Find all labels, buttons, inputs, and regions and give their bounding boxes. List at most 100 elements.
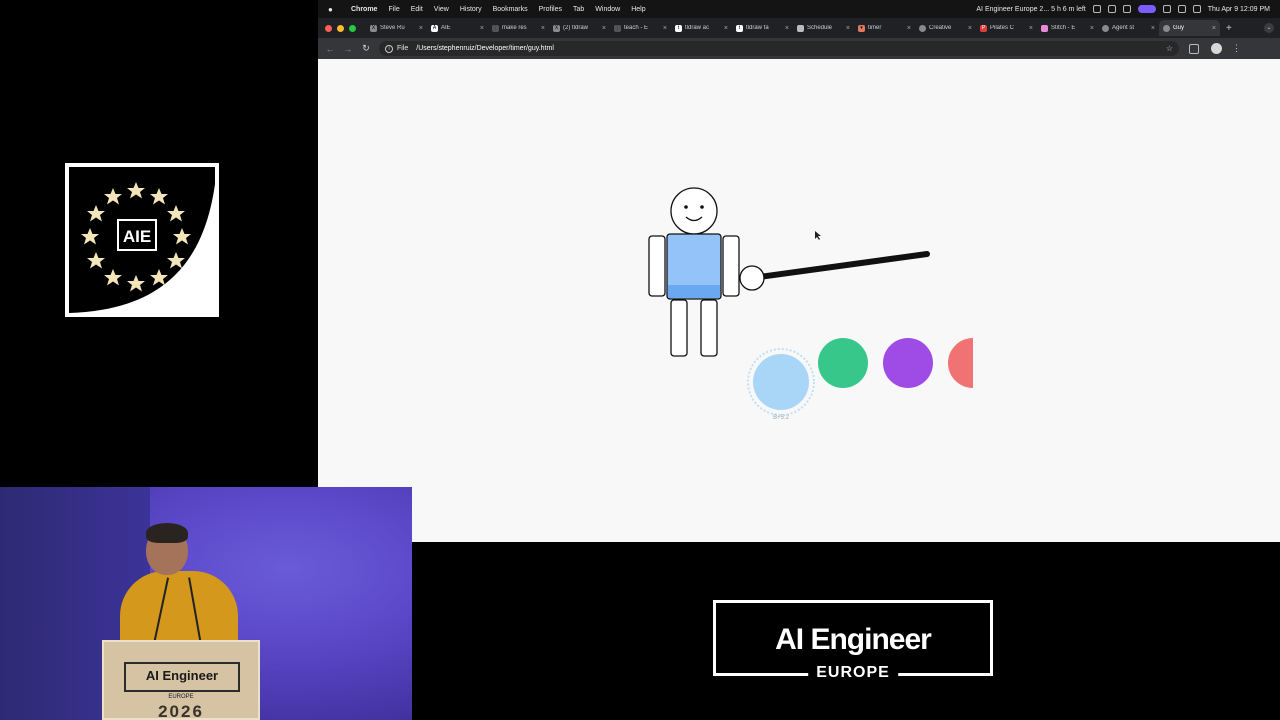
close-tab-icon[interactable]: × [1090, 25, 1094, 32]
tab-tldraw-ac[interactable]: t tldraw ac × [671, 20, 732, 36]
tab-pilates[interactable]: P Pilates C × [976, 20, 1037, 36]
menubar-clock[interactable]: Thu Apr 9 12:09 PM [1208, 6, 1270, 13]
globe-icon [919, 24, 926, 32]
status-app-icon[interactable] [1092, 5, 1101, 13]
info-icon[interactable]: i [385, 44, 393, 53]
close-window-icon[interactable] [325, 24, 332, 32]
close-tab-icon[interactable]: × [541, 25, 545, 32]
menu-window[interactable]: Window [595, 6, 620, 13]
tab-tldraw-x[interactable]: X (2) tldraw × [549, 20, 610, 36]
brand-name: AI Engineer [775, 623, 932, 656]
extensions-icon[interactable] [1189, 43, 1199, 54]
stick-figure[interactable] [648, 187, 740, 357]
tldraw-icon: t [675, 24, 682, 32]
url-scheme-chip[interactable]: File [397, 45, 408, 52]
stitch-icon [1041, 24, 1048, 32]
close-tab-icon[interactable]: × [1151, 25, 1155, 32]
globe-icon [1163, 24, 1170, 32]
address-bar[interactable]: i File /Users/stephenruiz/Developer/time… [379, 41, 1179, 56]
status-recording-icon[interactable] [1137, 5, 1156, 13]
tab-guy[interactable]: Guy × [1159, 20, 1220, 36]
red-ball[interactable] [948, 338, 998, 388]
close-tab-icon[interactable]: × [663, 25, 667, 32]
figure-left-leg [670, 299, 688, 357]
close-tab-icon[interactable]: × [419, 25, 423, 32]
tab-steve-ruiz[interactable]: X Steve Ru × [366, 20, 427, 36]
figure-right-leg [700, 299, 718, 357]
forward-arrow-icon[interactable]: → [339, 44, 357, 54]
tab-make-res[interactable]: ⋮ make res × [488, 20, 549, 36]
reload-icon[interactable]: ↻ [357, 43, 375, 54]
bookmark-star-icon[interactable]: ☆ [1166, 44, 1173, 53]
figure-left-arm [648, 235, 666, 297]
close-tab-icon[interactable]: × [968, 25, 972, 32]
tab-schedule[interactable]: Schedule × [793, 20, 854, 36]
figure-head [670, 187, 718, 235]
menu-bookmarks[interactable]: Bookmarks [493, 6, 528, 13]
figure-shirt-hem [668, 285, 720, 298]
close-tab-icon[interactable]: × [602, 25, 606, 32]
light-blue-ball[interactable] [753, 354, 809, 410]
close-tab-icon[interactable]: × [846, 25, 850, 32]
podium: AI Engineer EUROPE 2026 [102, 640, 260, 720]
speaker-hair [146, 523, 188, 543]
close-tab-icon[interactable]: × [724, 25, 728, 32]
close-tab-icon[interactable]: × [1212, 25, 1216, 32]
browser-toolbar: ← → ↻ i File /Users/stephenruiz/Develope… [318, 38, 1280, 59]
menu-help[interactable]: Help [631, 6, 645, 13]
figure-left-eye [684, 205, 688, 209]
stick-hand[interactable] [739, 265, 765, 291]
screen-share: ● Chrome File Edit View History Bookmark… [318, 0, 1280, 542]
minimize-window-icon[interactable] [337, 24, 344, 32]
dots-icon: ⋮ [492, 24, 499, 32]
zoom-window-icon[interactable] [349, 24, 356, 32]
menu-edit[interactable]: Edit [411, 6, 423, 13]
status-cloud-icon[interactable] [1107, 5, 1116, 13]
close-tab-icon[interactable]: × [907, 25, 911, 32]
figure-right-eye [700, 205, 704, 209]
tab-tldraw-fa[interactable]: t tldraw fa × [732, 20, 793, 36]
status-control-center-icon[interactable] [1192, 5, 1201, 13]
purple-ball[interactable] [883, 338, 933, 388]
menubar-status-area: AI Engineer Europe 2... 5 h 6 m left Thu… [976, 5, 1280, 13]
menu-view[interactable]: View [434, 6, 449, 13]
tab-creative[interactable]: Creative × [915, 20, 976, 36]
mouse-cursor-icon [815, 231, 821, 240]
x-logo-icon: X [370, 24, 377, 32]
more-menu-icon[interactable]: ⋮ [1232, 43, 1241, 54]
tab-timer[interactable]: ▾ timer × [854, 20, 915, 36]
menu-profiles[interactable]: Profiles [539, 6, 562, 13]
tab-stitch[interactable]: Stitch - E × [1037, 20, 1098, 36]
aie-icon: A [431, 24, 438, 32]
tab-agent[interactable]: Agent st × [1098, 20, 1159, 36]
speaker-camera-feed: AI Engineer EUROPE 2026 [0, 487, 412, 720]
stage: ● Chrome File Edit View History Bookmark… [0, 0, 1280, 720]
page-canvas[interactable]: B+5:2 [318, 59, 1280, 542]
status-battery-icon[interactable] [1177, 5, 1186, 13]
status-wifi-icon[interactable] [1162, 5, 1171, 13]
menu-app[interactable]: Chrome [351, 6, 377, 13]
apple-icon[interactable]: ● [328, 5, 340, 14]
back-arrow-icon[interactable]: ← [321, 44, 339, 54]
close-tab-icon[interactable]: × [480, 25, 484, 32]
tab-teach[interactable]: ⋮ teach - E × [610, 20, 671, 36]
menu-tab[interactable]: Tab [573, 6, 584, 13]
url-text[interactable]: /Users/stephenruiz/Developer/timer/guy.h… [416, 45, 554, 52]
podium-year: 2026 [158, 702, 204, 720]
p-icon: P [980, 24, 987, 32]
green-ball[interactable] [818, 338, 868, 388]
x-logo-icon: X [553, 24, 560, 32]
close-tab-icon[interactable]: × [1029, 25, 1033, 32]
menu-history[interactable]: History [460, 6, 482, 13]
close-tab-icon[interactable]: × [785, 25, 789, 32]
new-tab-icon[interactable]: + [1226, 23, 1232, 34]
status-shield-icon[interactable] [1122, 5, 1131, 13]
tab-aie[interactable]: A AIE × [427, 20, 488, 36]
profile-avatar[interactable] [1211, 43, 1222, 54]
pointer-stick[interactable] [749, 251, 930, 281]
tab-search-icon[interactable]: ⌄ [1264, 23, 1274, 33]
aie-badge-logo: AIE [65, 163, 219, 317]
window-controls [325, 24, 356, 32]
menubar-status-text[interactable]: AI Engineer Europe 2... 5 h 6 m left [976, 6, 1085, 13]
menu-file[interactable]: File [388, 6, 399, 13]
